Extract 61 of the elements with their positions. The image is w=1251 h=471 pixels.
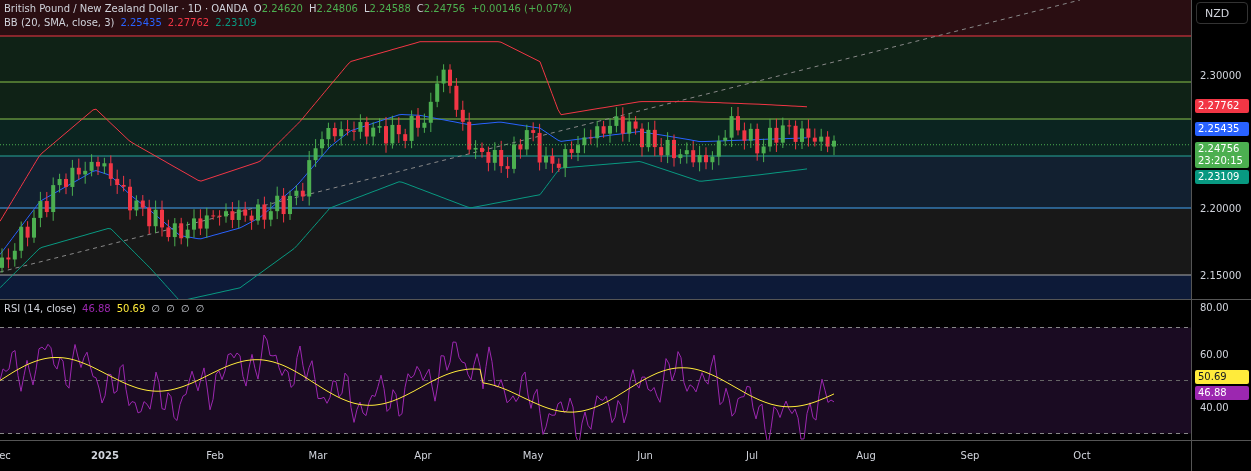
candlestick <box>256 198 260 226</box>
candlestick <box>480 142 484 159</box>
candlestick <box>672 134 676 168</box>
rsi-label: 50.69 <box>1195 369 1249 384</box>
indicator-title: RSI (14, close) <box>4 303 77 314</box>
empty-value: ∅ <box>166 303 175 314</box>
indicator-value: 2.25435 <box>120 17 162 28</box>
indicator-value: 2.27762 <box>167 17 210 28</box>
candlestick <box>736 106 740 136</box>
price-label: 2.25435 <box>1195 122 1249 136</box>
date-label: Mar <box>308 450 328 461</box>
indicator-value: 50.69 <box>116 303 146 314</box>
candlestick <box>32 209 36 244</box>
rsi-tick: 40.00 <box>1200 401 1229 413</box>
rsi-tick: 60.00 <box>1200 348 1229 360</box>
candlestick <box>544 146 548 170</box>
symbol-title: British Pound / New Zealand Dollar · 1D · OANDA <box>4 3 248 14</box>
candlestick <box>448 63 452 94</box>
candlestick <box>288 190 292 221</box>
date-label: Jul <box>745 450 759 461</box>
date-label: Sep <box>960 450 980 461</box>
candlestick <box>416 107 420 138</box>
price-tick: 2.15000 <box>1200 269 1242 280</box>
candlestick <box>64 172 68 195</box>
price-label: 2.24756 23:20:15 <box>1195 142 1249 168</box>
candlestick <box>0 247 4 274</box>
empty-value: ∅ <box>151 303 161 314</box>
currency-button[interactable]: NZD <box>1196 2 1248 24</box>
date-label: ec <box>0 450 11 461</box>
date-label: 2025 <box>91 450 119 461</box>
candlestick <box>160 200 164 237</box>
price-label: 2.23109 <box>1195 170 1249 184</box>
candlestick <box>128 178 132 221</box>
candlestick <box>384 116 388 154</box>
price-label: 2.27762 <box>1195 99 1249 113</box>
candlestick <box>224 202 228 224</box>
indicator-title: BB (20, SMA, close, 3) <box>4 17 115 28</box>
price-tick: 2.20000 <box>1200 202 1242 214</box>
indicator-value: 2.23109 <box>215 17 257 28</box>
candlestick <box>96 156 100 176</box>
rsi-tick: 80.00 <box>1200 301 1229 313</box>
date-label: Oct <box>1073 450 1091 461</box>
date-label: Aug <box>856 450 876 461</box>
date-label: Jun <box>637 450 653 461</box>
price-tick: 2.30000 <box>1200 69 1242 81</box>
candlestick <box>640 122 644 157</box>
ohlc-value: C2.24756 <box>416 3 466 14</box>
ohlc-value: H2.24806 <box>309 3 358 14</box>
candlestick <box>352 121 356 142</box>
empty-value: ∅ <box>180 303 190 314</box>
rsi-label: 46.88 <box>1195 385 1249 400</box>
candlestick <box>192 208 196 239</box>
empty-value: ∅ <box>195 303 205 314</box>
change-value: +0.00146 (+0.07%) <box>471 3 572 14</box>
ohlc-value: O2.24620 <box>253 3 303 14</box>
date-label: Apr <box>414 450 432 461</box>
candlestick <box>704 146 708 170</box>
date-label: May <box>522 450 544 461</box>
indicator-value: 46.88 <box>82 303 111 314</box>
ohlc-value: L2.24588 <box>363 3 411 14</box>
date-label: Feb <box>206 450 224 461</box>
